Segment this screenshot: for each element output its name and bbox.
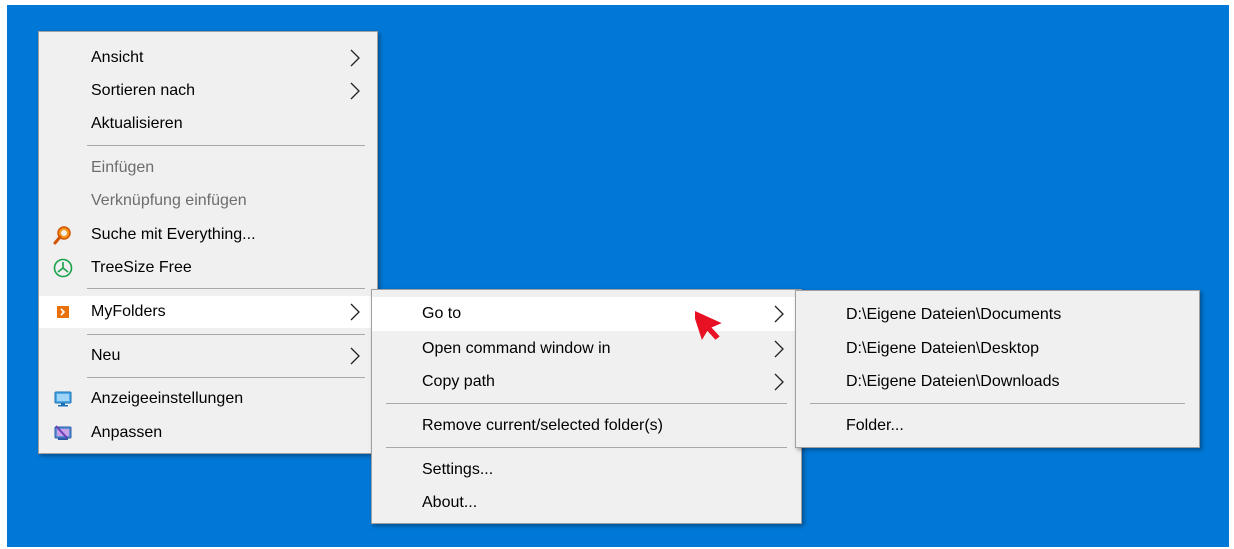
menu-item-remove-folders[interactable]: Remove current/selected folder(s): [372, 411, 801, 441]
chevron-right-icon: [774, 373, 784, 391]
menu-separator: [87, 288, 365, 289]
chevron-right-icon: [350, 303, 360, 321]
menu-item-goto-downloads[interactable]: D:\Eigene Dateien\Downloads: [796, 367, 1199, 397]
menu-item-verknuepfung-einfuegen[interactable]: Verknüpfung einfügen: [39, 186, 377, 216]
menu-item-goto-documents[interactable]: D:\Eigene Dateien\Documents: [796, 300, 1199, 330]
menu-item-ansicht[interactable]: Ansicht: [39, 43, 377, 73]
menu-item-anzeigeeinstellungen[interactable]: Anzeigeeinstellungen: [39, 384, 377, 414]
chevron-right-icon: [350, 82, 360, 100]
menu-item-myfolders[interactable]: MyFolders: [39, 296, 377, 328]
menu-item-goto-desktop[interactable]: D:\Eigene Dateien\Desktop: [796, 334, 1199, 364]
menu-item-open-command-window-in[interactable]: Open command window in: [372, 334, 801, 364]
menu-item-einfuegen[interactable]: Einfügen: [39, 153, 377, 183]
myfolders-submenu: Go to Open command window in Copy path R…: [371, 289, 802, 524]
menu-separator: [87, 334, 365, 335]
menu-item-go-to[interactable]: Go to: [372, 297, 801, 331]
display-settings-icon: [54, 391, 72, 407]
menu-separator: [87, 145, 365, 146]
myfolders-icon: [57, 306, 69, 318]
menu-item-treesize-free[interactable]: TreeSize Free: [39, 253, 377, 283]
magnifier-icon: [53, 226, 71, 245]
chevron-right-icon: [774, 305, 784, 323]
menu-item-neu[interactable]: Neu: [39, 341, 377, 371]
menu-separator: [386, 447, 787, 448]
personalize-icon: [54, 425, 72, 440]
menu-item-settings[interactable]: Settings...: [372, 455, 801, 485]
menu-item-aktualisieren[interactable]: Aktualisieren: [39, 109, 377, 139]
chevron-right-icon: [350, 347, 360, 365]
menu-separator: [386, 403, 787, 404]
goto-submenu: D:\Eigene Dateien\Documents D:\Eigene Da…: [795, 290, 1200, 448]
menu-separator: [87, 377, 365, 378]
desktop-context-menu: Ansicht Sortieren nach Aktualisieren Ein…: [38, 31, 378, 454]
treesize-icon: [53, 258, 73, 278]
menu-separator: [810, 403, 1185, 404]
menu-item-folder[interactable]: Folder...: [796, 411, 1199, 441]
menu-item-about[interactable]: About...: [372, 488, 801, 518]
menu-item-copy-path[interactable]: Copy path: [372, 367, 801, 397]
chevron-right-icon: [350, 49, 360, 67]
mouse-cursor-icon: [695, 309, 722, 341]
menu-item-anpassen[interactable]: Anpassen: [39, 418, 377, 448]
menu-item-suche-mit-everything[interactable]: Suche mit Everything...: [39, 220, 377, 250]
chevron-right-icon: [774, 340, 784, 358]
menu-item-sortieren-nach[interactable]: Sortieren nach: [39, 76, 377, 106]
